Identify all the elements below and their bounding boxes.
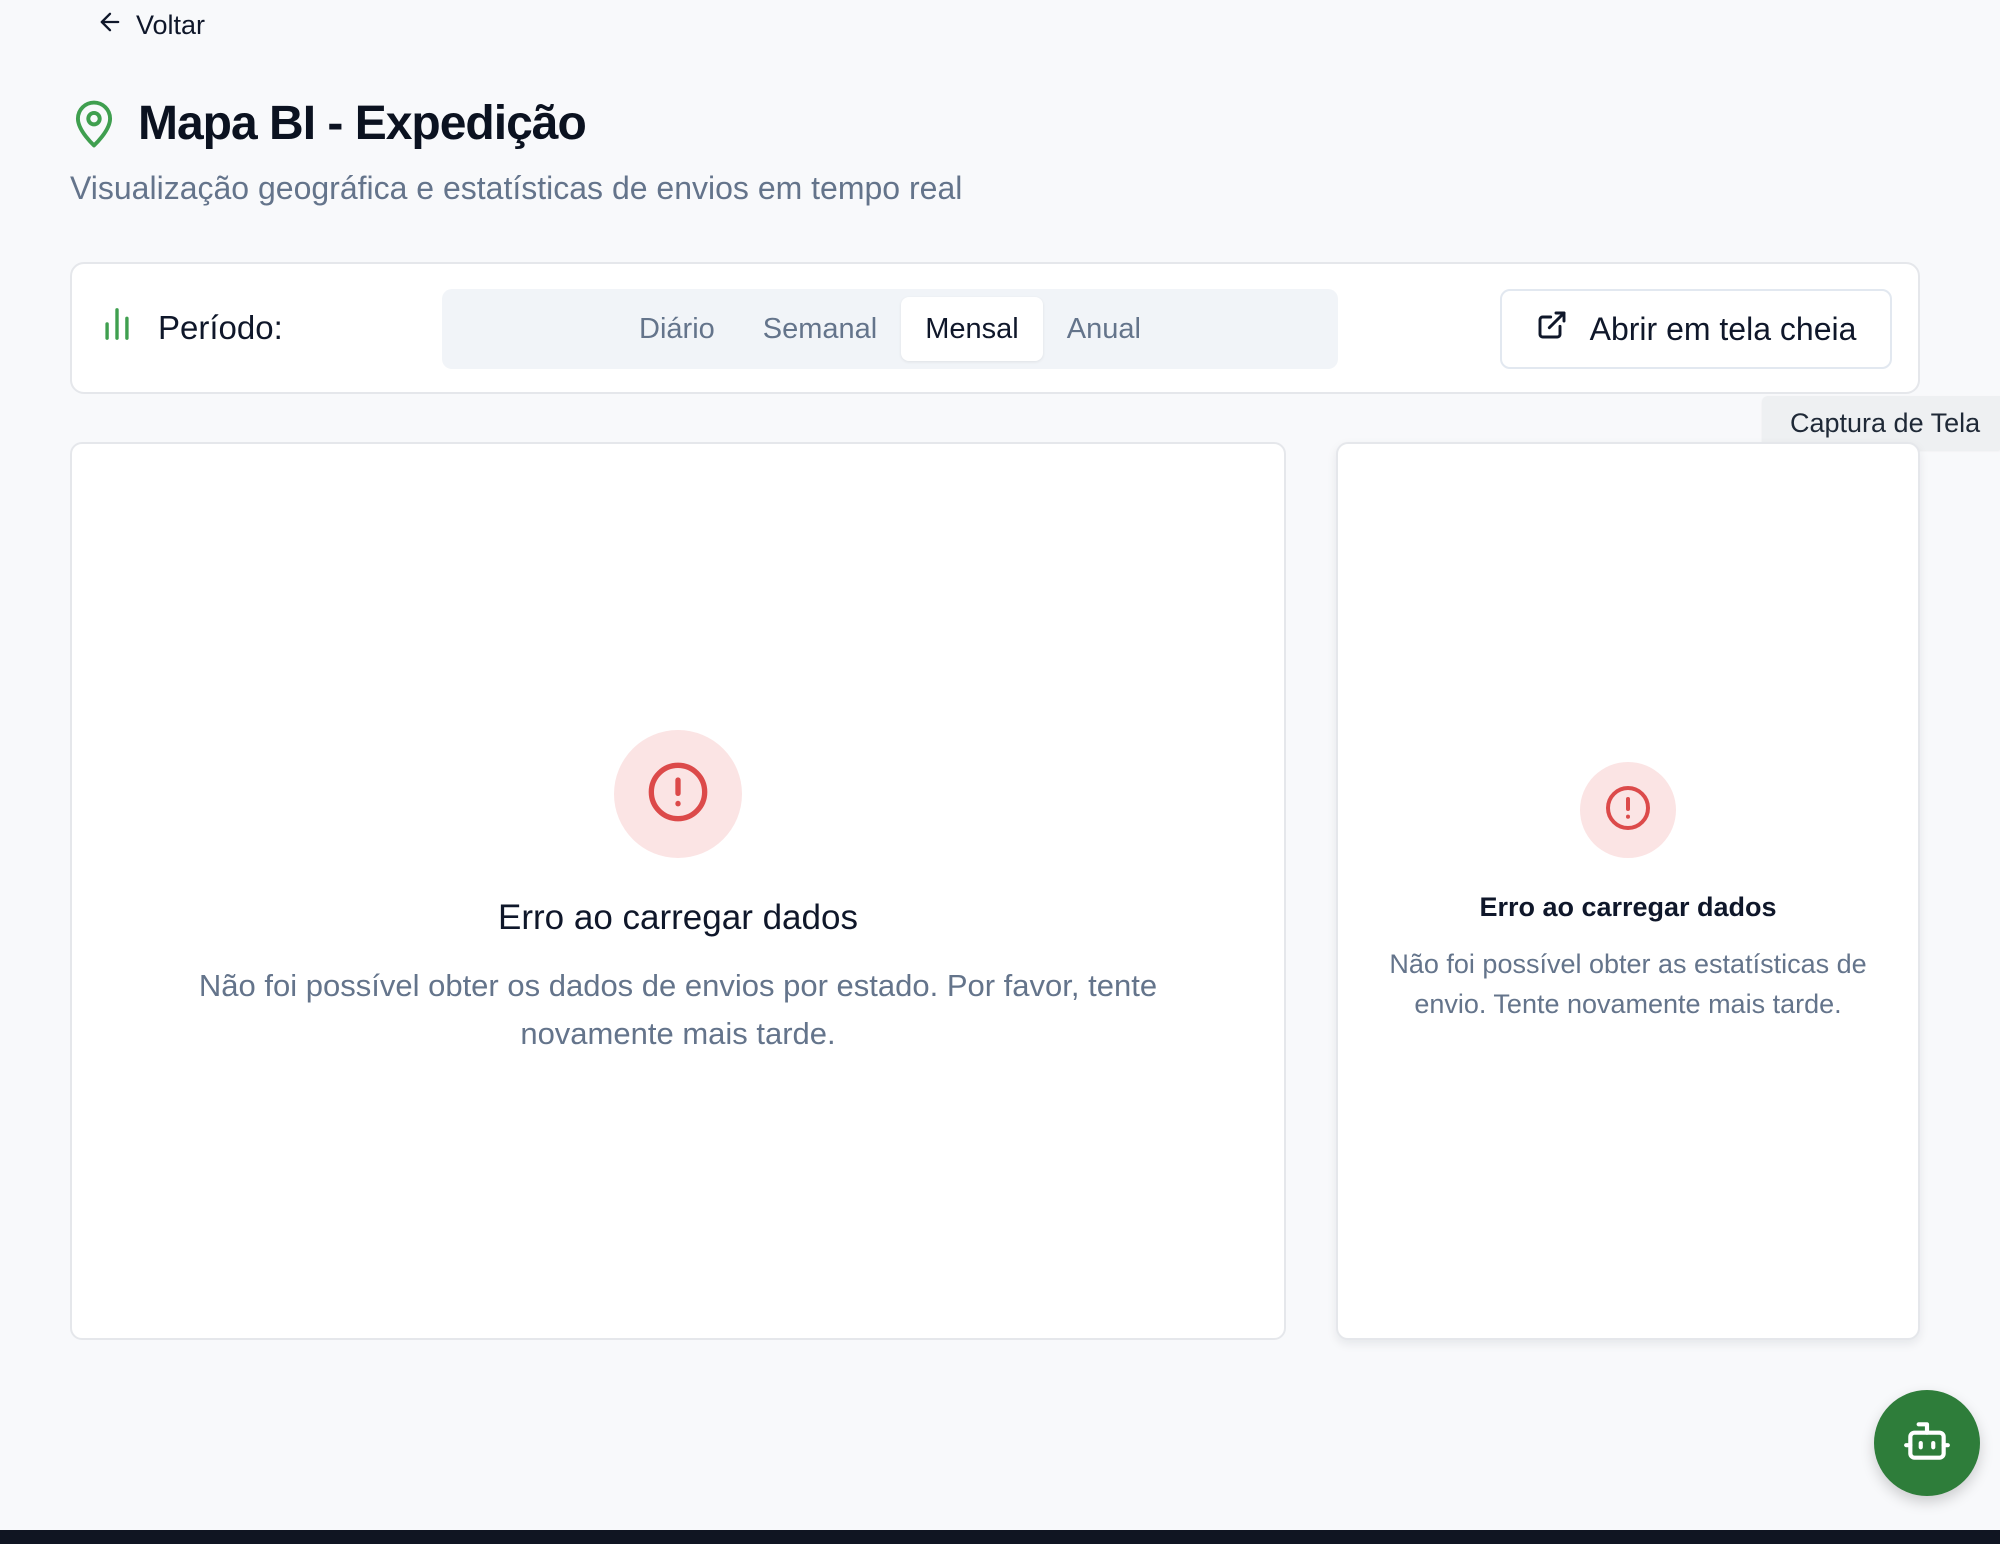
period-label-group: Período: [102, 264, 283, 392]
map-pin-icon [72, 99, 116, 149]
bot-icon [1902, 1416, 1952, 1471]
external-link-icon [1536, 309, 1568, 349]
assistant-bot-button[interactable] [1874, 1390, 1980, 1496]
stats-error-title: Erro ao carregar dados [1479, 892, 1777, 922]
alert-circle-icon [646, 760, 710, 829]
period-selector: Diário Semanal Mensal Anual [442, 289, 1338, 369]
map-error-badge [614, 730, 742, 858]
map-error-message: Não foi possível obter os dados de envio… [198, 968, 1158, 1051]
arrow-left-icon [96, 8, 124, 43]
period-option-diario[interactable]: Diário [615, 297, 739, 361]
stats-card: Erro ao carregar dados Não foi possível … [1336, 442, 1920, 1340]
stats-error-message: Não foi possível obter as estatísticas d… [1389, 949, 1867, 1019]
title-row: Mapa BI - Expedição [72, 96, 587, 151]
alert-circle-icon [1604, 784, 1652, 837]
page: Voltar Mapa BI - Expedição Visualização … [0, 0, 2000, 1544]
back-label: Voltar [136, 10, 206, 40]
period-option-anual[interactable]: Anual [1043, 297, 1165, 361]
map-error-title: Erro ao carregar dados [498, 898, 858, 937]
page-subtitle: Visualização geográfica e estatísticas d… [70, 170, 963, 206]
open-fullscreen-label: Abrir em tela cheia [1589, 310, 1857, 347]
bottom-bar [0, 1530, 2000, 1544]
bar-chart-icon [102, 307, 132, 349]
period-option-semanal[interactable]: Semanal [739, 297, 901, 361]
open-fullscreen-button[interactable]: Abrir em tela cheia [1500, 289, 1892, 369]
period-option-mensal[interactable]: Mensal [901, 297, 1043, 361]
stats-error-badge [1580, 762, 1676, 858]
page-title: Mapa BI - Expedição [138, 97, 587, 150]
back-link[interactable]: Voltar [96, 8, 205, 43]
period-toolbar: Período: Diário Semanal Mensal Anual Abr… [70, 262, 1920, 394]
map-card: Erro ao carregar dados Não foi possível … [70, 442, 1286, 1340]
period-label: Período: [158, 309, 283, 346]
